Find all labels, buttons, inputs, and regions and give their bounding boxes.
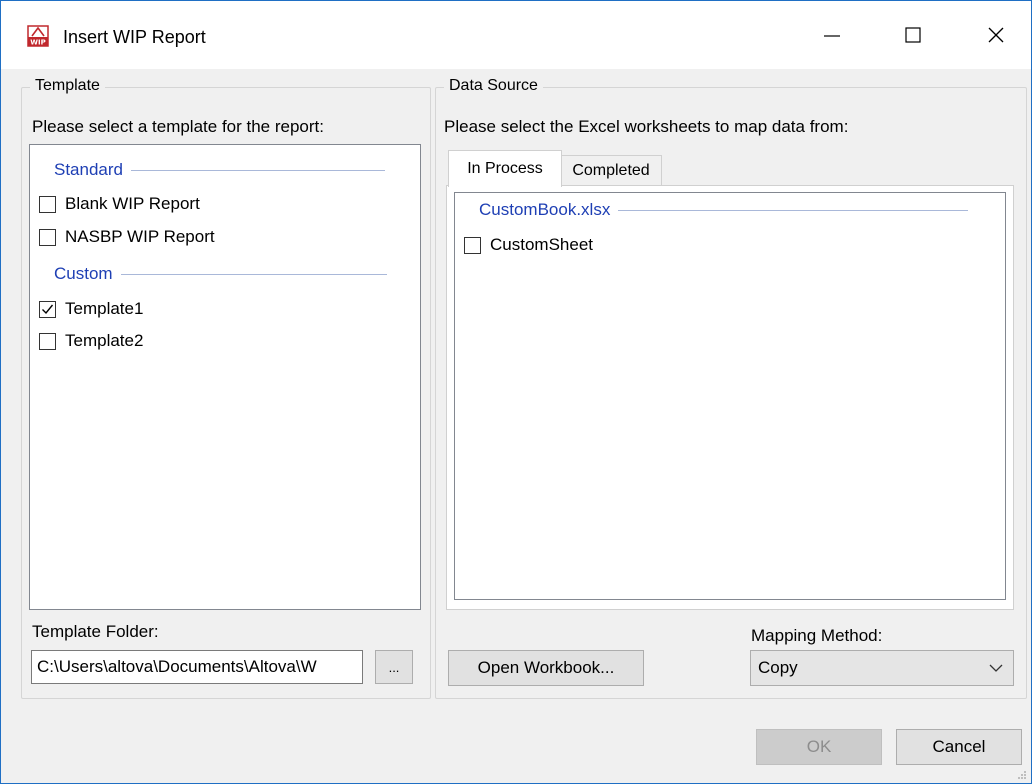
category-header-standard: Standard xyxy=(54,160,385,180)
template-item-label: Template1 xyxy=(65,299,144,318)
minimize-button[interactable] xyxy=(809,15,855,55)
tab-in-process[interactable]: In Process xyxy=(448,150,562,187)
close-icon xyxy=(988,27,1004,43)
template-item-label: Template2 xyxy=(65,331,144,350)
worksheet-item-label: CustomSheet xyxy=(490,235,593,254)
template-item-label: Blank WIP Report xyxy=(65,194,200,213)
template-group: Template Please select a template for th… xyxy=(21,77,431,699)
template-item-template2[interactable]: Template2 xyxy=(39,331,143,351)
checkbox[interactable] xyxy=(39,195,56,213)
data-source-group-legend: Data Source xyxy=(444,77,543,95)
template-item-label: NASBP WIP Report xyxy=(65,227,215,246)
mapping-method-value: Copy xyxy=(758,658,798,677)
checkbox[interactable] xyxy=(464,236,481,254)
maximize-icon xyxy=(905,27,921,43)
data-source-group: Data Source Please select the Excel work… xyxy=(435,77,1027,699)
category-divider xyxy=(131,169,385,171)
template-item-template1[interactable]: Template1 xyxy=(39,299,143,319)
mapping-method-select[interactable]: Copy xyxy=(750,650,1014,686)
tab-completed[interactable]: Completed xyxy=(560,155,662,186)
browse-folder-button[interactable]: ... xyxy=(375,650,413,684)
workbook-name: CustomBook.xlsx xyxy=(479,200,611,219)
svg-text:WIP: WIP xyxy=(30,39,45,47)
maximize-button[interactable] xyxy=(890,15,936,55)
template-list[interactable]: Standard Blank WIP Report NASBP WIP Repo… xyxy=(29,144,421,610)
worksheet-list[interactable]: CustomBook.xlsx CustomSheet xyxy=(454,192,1006,600)
category-divider xyxy=(120,273,387,275)
template-group-legend: Template xyxy=(30,77,105,95)
category-header-custom: Custom xyxy=(54,264,387,284)
template-item-blank-wip-report[interactable]: Blank WIP Report xyxy=(39,194,200,214)
workbook-header: CustomBook.xlsx xyxy=(479,200,969,220)
title-bar: WIP Insert WIP Report xyxy=(1,1,1031,69)
tab-panel-in-process: CustomBook.xlsx CustomSheet xyxy=(446,185,1014,610)
template-prompt: Please select a template for the report: xyxy=(32,117,324,136)
mapping-method-label: Mapping Method: xyxy=(751,626,883,645)
template-item-nasbp-wip-report[interactable]: NASBP WIP Report xyxy=(39,227,215,247)
resize-grip-icon[interactable] xyxy=(1017,770,1027,780)
insert-wip-report-dialog: WIP Insert WIP Report Template Please se… xyxy=(0,0,1032,784)
open-workbook-button[interactable]: Open Workbook... xyxy=(448,650,644,686)
data-source-prompt: Please select the Excel worksheets to ma… xyxy=(444,117,849,136)
worksheet-item-customsheet[interactable]: CustomSheet xyxy=(464,235,593,255)
window-title: Insert WIP Report xyxy=(63,27,206,47)
checkbox[interactable] xyxy=(39,332,56,350)
app-icon: WIP xyxy=(27,25,49,47)
close-button[interactable] xyxy=(973,15,1019,55)
template-folder-field[interactable]: C:\Users\altova\Documents\Altova\W xyxy=(31,650,363,684)
chevron-down-icon xyxy=(989,664,1003,672)
checkbox[interactable] xyxy=(39,228,56,246)
category-label: Standard xyxy=(54,160,123,179)
ok-button[interactable]: OK xyxy=(756,729,882,765)
category-label: Custom xyxy=(54,264,113,283)
template-folder-label: Template Folder: xyxy=(32,622,159,641)
checkmark-icon xyxy=(42,304,54,314)
workbook-divider xyxy=(618,209,969,211)
minimize-icon xyxy=(824,35,840,37)
cancel-button[interactable]: Cancel xyxy=(896,729,1022,765)
checkbox-checked[interactable] xyxy=(39,300,56,318)
